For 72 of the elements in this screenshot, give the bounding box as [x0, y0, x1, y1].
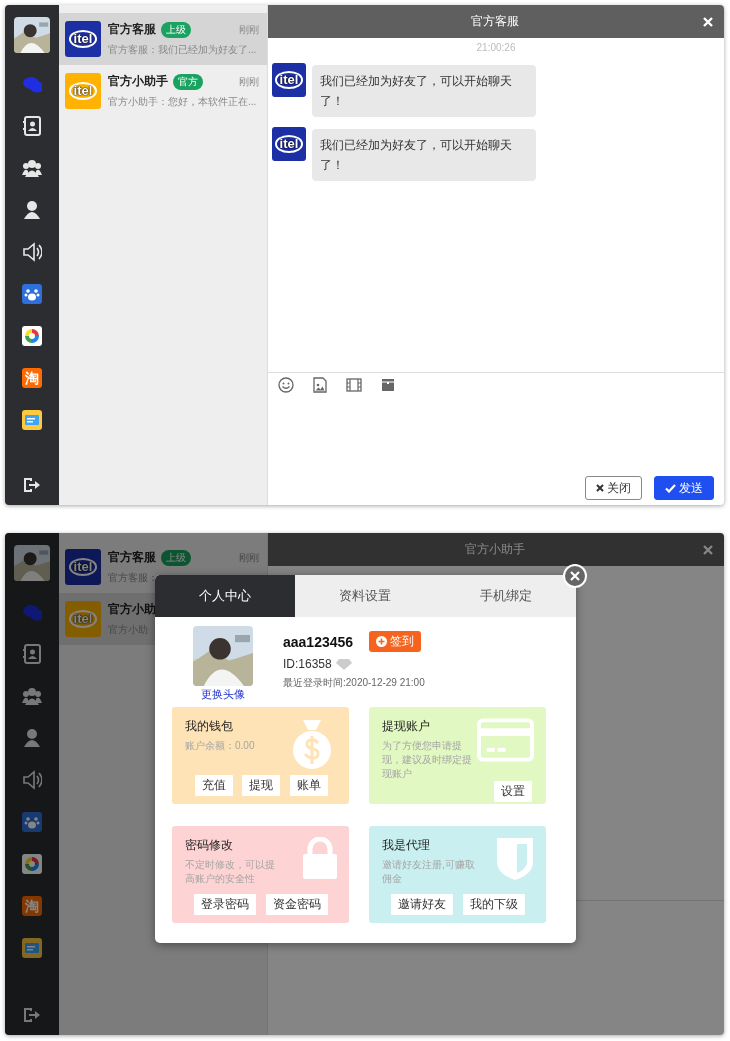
card-button[interactable]: 提现: [242, 775, 280, 796]
app-icon[interactable]: [22, 326, 42, 346]
group-icon[interactable]: [22, 158, 42, 178]
conversation-item[interactable]: itel 官方客服 上级 刚刚 官方客服：我们已经加为好友了...: [59, 13, 267, 65]
chat-title: 官方小助手: [464, 541, 526, 558]
card-button[interactable]: 资金密码: [265, 894, 328, 915]
logo-icon: itel: [65, 21, 101, 57]
logout-icon[interactable]: [23, 477, 41, 493]
diamond-icon: [335, 658, 352, 670]
send-button[interactable]: 发送: [654, 476, 714, 500]
app-icon[interactable]: [22, 854, 42, 874]
image-icon[interactable]: [312, 377, 328, 393]
tab[interactable]: 个人中心: [155, 575, 296, 617]
card-button[interactable]: 邀请好友: [391, 894, 454, 915]
user-icon[interactable]: [22, 200, 42, 220]
x-icon: [596, 484, 604, 492]
speaker-icon[interactable]: [22, 242, 42, 262]
change-avatar-link[interactable]: 更换头像: [201, 687, 245, 702]
message-bubble: 我们已经加为好友了，可以开始聊天了！: [312, 65, 536, 117]
close-button[interactable]: [563, 564, 587, 588]
check-icon: [665, 483, 676, 493]
user-id: ID:16358: [283, 657, 332, 671]
message-bubble: 我们已经加为好友了，可以开始聊天了！: [312, 129, 536, 181]
card-title: 密码修改: [185, 837, 234, 854]
logo-icon: itel: [272, 63, 306, 97]
card-description: 不定时修改，可以提高账户的安全性: [185, 858, 276, 886]
tag: 上级: [161, 21, 191, 38]
card-button[interactable]: 登录密码: [194, 894, 257, 915]
logo-icon: itel: [65, 73, 101, 109]
card-button[interactable]: 充值: [194, 775, 233, 796]
card-title: 提现账户: [382, 718, 431, 735]
contact-name: 官方客服: [108, 549, 156, 566]
contacts-icon[interactable]: [22, 116, 42, 136]
time-label: 刚刚: [239, 22, 259, 37]
lock-icon: [303, 837, 337, 879]
card-description: 为了方便您申请提现，建议及时绑定提现账户: [382, 739, 473, 781]
paw-icon[interactable]: [22, 812, 42, 832]
paw-icon[interactable]: [22, 284, 42, 304]
card-title: 我是代理: [382, 837, 431, 854]
film-icon[interactable]: [346, 377, 362, 393]
tag: 上级: [161, 549, 191, 566]
smiley-icon[interactable]: [278, 377, 294, 393]
time-label: 刚刚: [239, 74, 259, 89]
card-button[interactable]: 设置: [494, 781, 532, 802]
plus-icon: [376, 636, 388, 647]
last-login-time: 最近登录时间:2020-12-29 21:00: [283, 676, 425, 690]
shield-icon: [496, 837, 534, 881]
logo-icon: itel: [272, 127, 306, 161]
box-icon[interactable]: [380, 377, 396, 393]
card-title: 我的钱包: [185, 718, 234, 735]
app-icon[interactable]: [22, 410, 42, 430]
message-preview: 官方小助手：您好，本软件正在...: [108, 95, 258, 109]
contact-name: 官方小助手: [108, 73, 168, 90]
timestamp: 21:00:26: [476, 42, 516, 53]
message-preview: 官方客服：我们已经加为好友了...: [108, 43, 258, 57]
card-icon: [477, 718, 534, 762]
conversation-item[interactable]: itel 官方小助手 官方 刚刚 官方小助手：您好，本软件正在...: [59, 65, 267, 117]
close-icon[interactable]: [702, 543, 714, 556]
card-description: 邀请好友注册,可赚取佣金: [382, 858, 476, 886]
logo-icon: itel: [65, 601, 101, 637]
card-button[interactable]: 账单: [289, 775, 328, 796]
app-icon[interactable]: [22, 938, 42, 958]
close-button[interactable]: 关闭: [585, 476, 642, 500]
tag: 官方: [173, 73, 203, 90]
contact-name: 官方客服: [108, 21, 156, 38]
contact-name: 官方小助: [108, 601, 156, 618]
username: aaa123456: [283, 633, 354, 650]
chat-title: 官方客服: [470, 13, 520, 30]
card-description: 账户余额：0.00: [185, 739, 256, 753]
card-button[interactable]: 我的下级: [462, 894, 525, 915]
logo-icon: itel: [65, 549, 101, 585]
close-icon[interactable]: [702, 15, 714, 28]
